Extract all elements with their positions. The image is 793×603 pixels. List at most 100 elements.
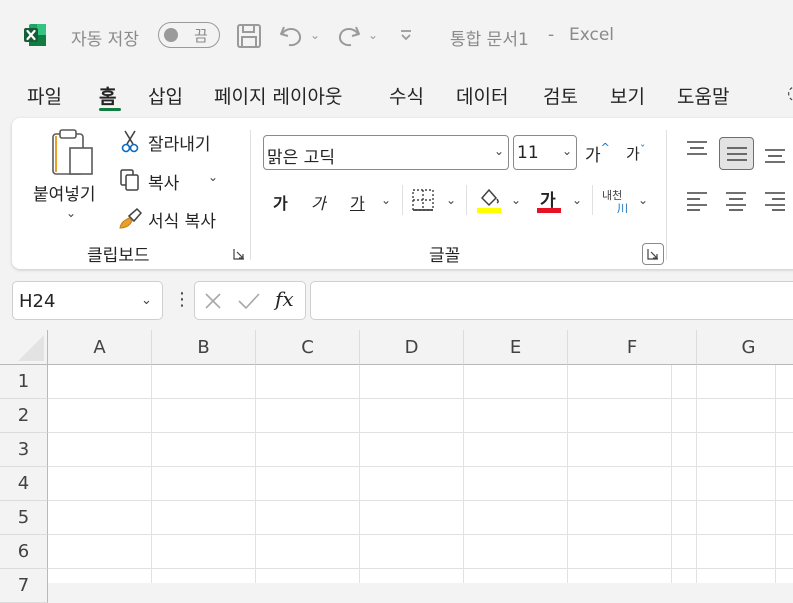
- align-right-icon[interactable]: [764, 191, 786, 211]
- fill-color-chevron-icon[interactable]: ⌄: [511, 193, 521, 207]
- group-separator: [402, 185, 403, 215]
- group-separator: [466, 185, 467, 215]
- align-middle-button[interactable]: [719, 137, 754, 170]
- bold-button[interactable]: 가: [273, 190, 288, 214]
- cut-label[interactable]: 잘라내기: [148, 130, 211, 155]
- name-box-chevron-icon: ⌄: [141, 293, 152, 308]
- column-header-a[interactable]: A: [48, 330, 152, 365]
- align-bottom-icon[interactable]: [764, 146, 786, 164]
- tab-review[interactable]: 검토: [543, 82, 578, 109]
- redo-icon[interactable]: [336, 23, 362, 49]
- name-box-value: H24: [19, 291, 56, 312]
- comments-icon[interactable]: ◌: [787, 80, 793, 104]
- tab-formulas[interactable]: 수식: [389, 82, 424, 109]
- toggle-knob: [164, 28, 178, 42]
- font-color-swatch: [537, 208, 561, 213]
- align-middle-icon: [727, 147, 747, 161]
- copy-chevron-icon[interactable]: ⌄: [208, 170, 218, 184]
- group-separator: [250, 130, 251, 260]
- group-separator: [666, 130, 667, 260]
- tab-file[interactable]: 파일: [27, 82, 62, 109]
- cell-area[interactable]: [48, 365, 793, 583]
- row-header-4[interactable]: 4: [0, 467, 48, 501]
- worksheet-grid: A B C D E F G 1 2 3 4 5 6 7: [0, 330, 793, 603]
- column-header-g[interactable]: G: [697, 330, 793, 365]
- redo-chevron-icon[interactable]: ⌄: [368, 28, 378, 42]
- underline-button[interactable]: 가: [350, 190, 365, 214]
- copy-label[interactable]: 복사: [148, 169, 179, 194]
- tab-data[interactable]: 데이터: [456, 82, 508, 109]
- column-header-c[interactable]: C: [256, 330, 360, 365]
- italic-button[interactable]: 가: [311, 190, 326, 214]
- select-all-button[interactable]: [0, 330, 48, 365]
- row-header-6[interactable]: 6: [0, 535, 48, 569]
- clipboard-dialog-launcher-icon[interactable]: [233, 248, 245, 260]
- tab-insert[interactable]: 삽입: [148, 82, 183, 109]
- insert-function-button[interactable]: fx: [275, 287, 294, 311]
- select-all-icon: [18, 335, 44, 361]
- undo-icon[interactable]: [278, 23, 304, 49]
- tab-home[interactable]: 홈: [99, 82, 116, 109]
- font-name-value: 맑은 고딕: [267, 148, 335, 168]
- align-center-icon[interactable]: [725, 191, 747, 211]
- copy-icon[interactable]: [118, 168, 142, 192]
- app-name: Excel: [569, 25, 615, 45]
- align-top-icon[interactable]: [686, 140, 708, 158]
- more-options-icon[interactable]: ⋮: [173, 289, 191, 310]
- font-name-chevron-icon: ⌄: [494, 144, 505, 158]
- column-header-e[interactable]: E: [464, 330, 568, 365]
- increase-font-size-icon[interactable]: 가^: [585, 141, 610, 166]
- excel-logo-icon: [24, 24, 46, 46]
- column-header-f[interactable]: F: [568, 330, 697, 365]
- font-color-chevron-icon[interactable]: ⌄: [572, 193, 582, 207]
- format-painter-icon[interactable]: [117, 206, 143, 232]
- clipboard-group-label: 클립보드: [87, 246, 150, 266]
- title-bar: 자동 저장 끔 ⌄ ⌄ 통합 문서1 - Excel: [0, 0, 793, 72]
- cut-icon[interactable]: [120, 129, 140, 153]
- autosave-state: 끔: [194, 27, 208, 45]
- title-separator: -: [548, 25, 555, 45]
- align-left-icon[interactable]: [686, 191, 708, 211]
- phonetic-chevron-icon[interactable]: ⌄: [638, 193, 648, 207]
- row-header-5[interactable]: 5: [0, 501, 48, 535]
- underline-chevron-icon[interactable]: ⌄: [381, 193, 391, 207]
- tab-view[interactable]: 보기: [610, 82, 645, 109]
- format-painter-label[interactable]: 서식 복사: [148, 207, 216, 232]
- document-title: 통합 문서1: [450, 30, 529, 50]
- font-group-label: 글꼴: [429, 246, 461, 266]
- formula-input[interactable]: [310, 281, 793, 320]
- font-name-dropdown[interactable]: 맑은 고딕 ⌄: [263, 135, 509, 170]
- font-size-chevron-icon: ⌄: [562, 144, 573, 158]
- borders-icon[interactable]: [411, 188, 435, 212]
- autosave-label: 자동 저장: [71, 30, 139, 50]
- paste-icon[interactable]: [48, 128, 96, 178]
- font-size-value: 11: [517, 143, 539, 163]
- font-dialog-launcher-icon: [647, 249, 658, 260]
- save-icon[interactable]: [236, 23, 262, 49]
- group-separator: [592, 185, 593, 215]
- column-header-d[interactable]: D: [360, 330, 464, 365]
- paste-chevron-icon[interactable]: ⌄: [66, 206, 76, 220]
- row-header-7[interactable]: 7: [0, 569, 48, 603]
- tab-help[interactable]: 도움말: [677, 82, 729, 109]
- phonetic-guide-bottom[interactable]: 川: [617, 200, 628, 216]
- column-header-b[interactable]: B: [152, 330, 256, 365]
- active-tab-indicator: [99, 108, 121, 111]
- borders-chevron-icon[interactable]: ⌄: [446, 193, 456, 207]
- name-box[interactable]: H24 ⌄: [12, 281, 163, 320]
- tab-page-layout[interactable]: 페이지 레이아웃: [214, 82, 342, 109]
- row-header-3[interactable]: 3: [0, 433, 48, 467]
- autosave-toggle[interactable]: 끔: [158, 22, 220, 48]
- customize-qat-icon[interactable]: [398, 28, 414, 44]
- cancel-entry-icon[interactable]: [204, 292, 222, 310]
- font-size-dropdown[interactable]: 11 ⌄: [513, 135, 577, 170]
- paste-label[interactable]: 붙여넣기: [33, 180, 96, 205]
- row-header-1[interactable]: 1: [0, 365, 48, 399]
- formula-buttons: fx: [194, 281, 306, 320]
- confirm-entry-icon[interactable]: [237, 292, 261, 310]
- row-header-2[interactable]: 2: [0, 399, 48, 433]
- decrease-font-size-icon[interactable]: 가ˇ: [626, 143, 645, 164]
- undo-chevron-icon[interactable]: ⌄: [310, 28, 320, 42]
- font-dialog-launcher-button[interactable]: [642, 243, 664, 265]
- fill-color-icon[interactable]: [476, 186, 502, 214]
